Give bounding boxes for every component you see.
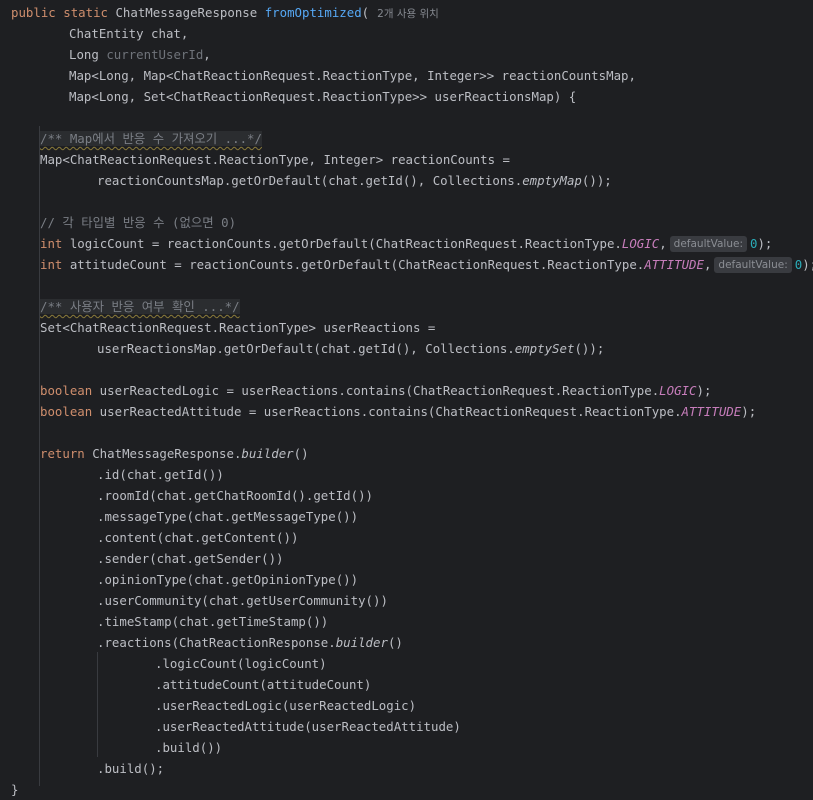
code-line: userReactionsMap.getOrDefault(chat.getId… — [97, 338, 604, 359]
code-text: attitudeCount = reactionCounts.getOrDefa… — [62, 257, 645, 272]
enum-constant: LOGIC — [621, 236, 660, 251]
keyword: static — [63, 5, 108, 20]
enum-constant: ATTITUDE — [681, 404, 742, 419]
code-text: reactionCountsMap.getOrDefault(chat.getI… — [97, 173, 523, 188]
parameter-hint: defaultValue: — [714, 257, 792, 273]
builder-call: .content(chat.getContent()) — [97, 530, 299, 545]
keyword: int — [40, 257, 63, 272]
builder-call: .timeStamp(chat.getTimeStamp()) — [97, 614, 329, 629]
code-text: userReactionsMap.getOrDefault(chat.getId… — [97, 341, 515, 356]
return-type: ChatMessageResponse — [115, 5, 258, 20]
code-text: ()); — [574, 341, 605, 356]
keyword: int — [40, 236, 63, 251]
doc-comment-text[interactable]: /** Map에서 반응 수 가져오기 ...*/ — [40, 131, 262, 146]
punct: , — [703, 257, 712, 272]
punct: ); — [741, 404, 757, 419]
param-type: Long — [69, 47, 107, 62]
static-method-call: emptyMap — [522, 173, 582, 188]
punct: ); — [757, 236, 773, 251]
punct: , — [203, 47, 211, 62]
code-editor[interactable]: public static ChatMessageResponse fromOp… — [0, 0, 813, 800]
builder-call: .logicCount(logicCount) — [155, 656, 327, 671]
builder-call: .messageType(chat.getMessageType()) — [97, 509, 359, 524]
code-text: ()); — [581, 173, 612, 188]
code-line: boolean userReactedAttitude = userReacti… — [40, 401, 756, 422]
indent-guide — [97, 652, 98, 757]
code-line: boolean userReactedLogic = userReactions… — [40, 380, 711, 401]
code-text: userReactedLogic = userReactions.contain… — [92, 383, 660, 398]
keyword: public — [11, 5, 56, 20]
code-text: .reactions(ChatReactionResponse. — [97, 635, 336, 650]
parameter-hint: defaultValue: — [669, 236, 747, 252]
punct: ); — [802, 257, 813, 272]
method-name[interactable]: fromOptimized — [265, 5, 362, 20]
code-text: userReactedAttitude = userReactions.cont… — [92, 404, 682, 419]
builder-call: .sender(chat.getSender()) — [97, 551, 284, 566]
code-text: logicCount = reactionCounts.getOrDefault… — [62, 236, 622, 251]
builder-call: .opinionType(chat.getOpinionType()) — [97, 572, 359, 587]
static-method-call: builder — [335, 635, 388, 650]
enum-constant: LOGIC — [659, 383, 697, 398]
folded-doc-comment[interactable]: /** Map에서 반응 수 가져오기 ...*/ — [40, 128, 262, 149]
builder-call: .build(); — [97, 761, 165, 776]
param-line: Map<Long, Map<ChatReactionRequest.Reacti… — [69, 68, 636, 83]
paren: ( — [361, 5, 370, 20]
enum-constant: ATTITUDE — [644, 257, 704, 272]
builder-call: .id(chat.getId()) — [97, 467, 224, 482]
builder-call: .userCommunity(chat.getUserCommunity()) — [97, 593, 388, 608]
static-method-call: emptySet — [514, 341, 575, 356]
param-line: ChatEntity chat, — [69, 26, 189, 41]
closing-brace: } — [11, 782, 19, 797]
keyword: boolean — [40, 404, 93, 419]
code-line: return ChatMessageResponse.builder() — [40, 443, 309, 464]
builder-call: .roomId(chat.getChatRoomId().getId()) — [97, 488, 374, 503]
code-line: reactionCountsMap.getOrDefault(chat.getI… — [97, 170, 612, 191]
usage-hint[interactable]: 2개 사용 위치 — [377, 8, 439, 20]
folded-doc-comment[interactable]: /** 사용자 반응 여부 확인 ...*/ — [40, 296, 240, 317]
code-line: int logicCount = reactionCounts.getOrDef… — [40, 233, 772, 254]
code-line: Set<ChatReactionRequest.ReactionType> us… — [40, 320, 436, 335]
punct: () — [293, 446, 309, 461]
code-line: Map<ChatReactionRequest.ReactionType, In… — [40, 152, 510, 167]
punct: , — [659, 236, 667, 251]
builder-call: .attitudeCount(attitudeCount) — [155, 677, 372, 692]
static-method-call: builder — [241, 446, 294, 461]
builder-call: .build()) — [155, 740, 223, 755]
doc-comment-text[interactable]: /** 사용자 반응 여부 확인 ...*/ — [40, 299, 240, 314]
builder-call: .reactions(ChatReactionResponse.builder(… — [97, 632, 403, 653]
param-line: Map<Long, Set<ChatReactionRequest.Reacti… — [69, 89, 577, 104]
builder-call: .userReactedAttitude(userReactedAttitude… — [155, 719, 461, 734]
punct: ); — [696, 383, 712, 398]
unused-param: currentUserId — [106, 47, 204, 62]
punct: () — [387, 635, 403, 650]
indent-guide — [39, 168, 40, 189]
keyword: return — [40, 446, 85, 461]
code-line: int attitudeCount = reactionCounts.getOr… — [40, 254, 813, 275]
code-text: ChatMessageResponse. — [84, 446, 242, 461]
line-comment: // 각 타입별 반응 수 (없으면 0) — [40, 215, 237, 230]
keyword: boolean — [40, 383, 93, 398]
param-line: Long currentUserId, — [69, 44, 211, 65]
builder-call: .userReactedLogic(userReactedLogic) — [155, 698, 417, 713]
method-signature-line: public static ChatMessageResponse fromOp… — [11, 2, 439, 23]
